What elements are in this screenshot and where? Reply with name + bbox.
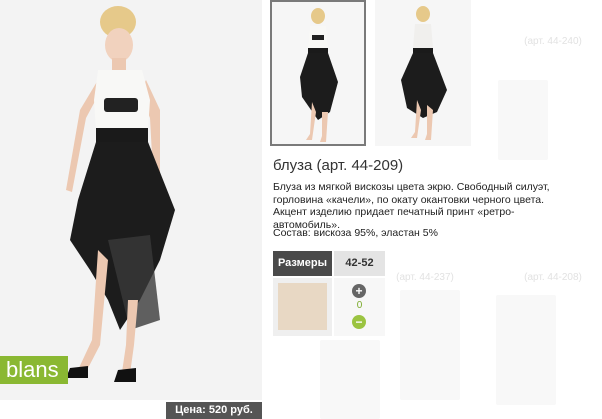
ghost-product: [320, 340, 380, 419]
price-tag: Цена: 520 руб.: [166, 402, 262, 419]
product-composition: Состав: вискоза 95%, эластан 5%: [273, 227, 438, 239]
thumbnail-back-view[interactable]: [375, 0, 471, 146]
description-text: Блуза из мягкой вискозы цвета экрю. Своб…: [273, 181, 550, 231]
ghost-product: [400, 290, 460, 400]
product-description: Блуза из мягкой вискозы цвета экрю. Своб…: [273, 181, 578, 231]
decrease-quantity-button[interactable]: −: [352, 315, 366, 329]
ghost-product: [496, 295, 556, 405]
ghost-caption: (арт. 44-240): [524, 36, 582, 47]
thumbnail-image: [272, 2, 364, 144]
increase-quantity-button[interactable]: +: [352, 284, 366, 298]
size-header-value: 42-52: [334, 251, 385, 276]
brand-label: blans: [0, 356, 68, 384]
size-header-label: Размеры: [273, 251, 332, 276]
quantity-value: 0: [356, 300, 363, 311]
product-title: блуза (арт. 44-209): [273, 157, 404, 174]
thumbnail-image: [375, 0, 471, 146]
ghost-caption: (арт. 44-237): [396, 272, 454, 283]
main-product-photo[interactable]: blans: [0, 0, 262, 400]
thumbnail-front-view[interactable]: [270, 0, 366, 146]
quantity-cell: + 0 −: [334, 278, 385, 336]
color-swatch-cell: [273, 278, 332, 336]
ghost-caption: (арт. 44-208): [524, 272, 582, 283]
model-illustration: [0, 0, 262, 400]
color-swatch[interactable]: [278, 283, 327, 330]
ghost-product: [498, 80, 548, 160]
